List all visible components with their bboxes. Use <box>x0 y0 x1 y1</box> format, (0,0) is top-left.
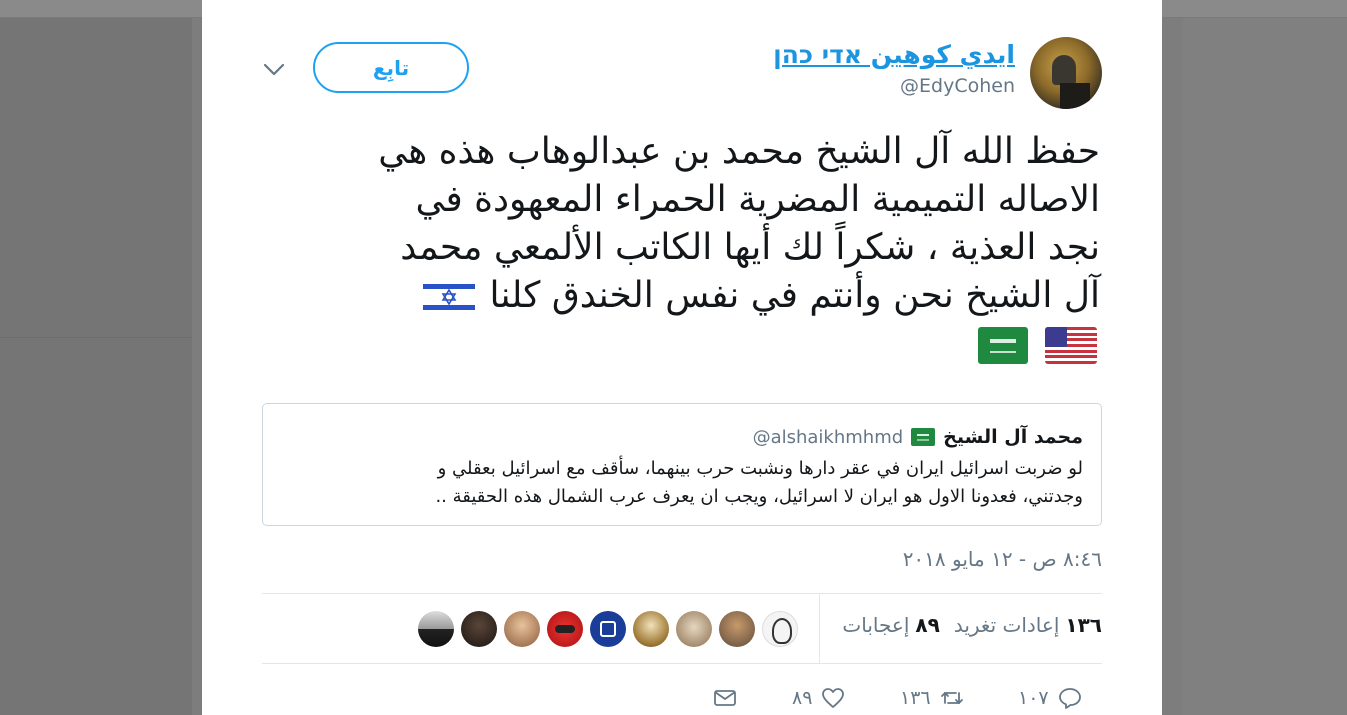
likers-avatars <box>416 611 798 647</box>
saudi-flag-icon <box>911 428 936 446</box>
background-right-strip <box>1162 18 1182 715</box>
reply-icon <box>1058 688 1081 709</box>
author-avatar[interactable] <box>1030 37 1102 109</box>
quoted-tweet-header: محمد آل الشيخ @alshaikhmhmd <box>753 426 1083 448</box>
message-action[interactable] <box>712 685 738 711</box>
like-action[interactable]: ٨٩ <box>792 685 846 711</box>
stats-separator <box>819 594 820 663</box>
liker-avatar[interactable] <box>504 611 540 647</box>
quoted-tweet-text: لو ضربت اسرائيل ايران في عقر دارها ونشبت… <box>435 458 1083 507</box>
liker-avatar[interactable] <box>676 611 712 647</box>
retweet-count: ١٣٦ <box>900 687 931 709</box>
author-display-name[interactable]: ايدي كوهين אדי כהן <box>773 40 1015 69</box>
background-left-column <box>0 18 192 715</box>
likes-stat[interactable]: ٨٩إعجابات <box>842 613 939 637</box>
quoted-author-name: محمد آل الشيخ <box>943 426 1083 448</box>
tweet-actions: ٨٩ ١٣٦ ١٠٧ <box>712 685 1104 715</box>
follow-button[interactable]: تابِع <box>313 42 469 93</box>
stats-top-divider <box>262 593 1102 594</box>
envelope-icon <box>714 690 736 706</box>
saudi-flag-icon <box>977 326 1028 364</box>
tweet-text-line: آل الشيخ نحن وأنتم في نفس الخندق كلنا <box>268 272 1100 320</box>
usa-flag-icon <box>1045 326 1097 364</box>
liker-avatar[interactable] <box>633 611 669 647</box>
tweet-stats: ١٣٦إعادات تغريد ٨٩إعجابات <box>842 613 1102 637</box>
liker-avatar[interactable] <box>590 611 626 647</box>
heart-icon <box>822 688 845 708</box>
liker-avatar[interactable] <box>547 611 583 647</box>
like-count: ٨٩ <box>792 687 813 709</box>
background-divider <box>0 337 192 338</box>
background-left-strip <box>192 18 202 715</box>
quoted-tweet[interactable]: محمد آل الشيخ @alshaikhmhmd لو ضربت اسرا… <box>262 403 1102 526</box>
tweet-timestamp[interactable]: ٨:٤٦ ص - ١٢ مايو ٢٠١٨ <box>903 547 1102 571</box>
israel-flag-icon <box>423 280 476 314</box>
liker-avatar[interactable] <box>719 611 755 647</box>
chevron-down-icon[interactable] <box>260 56 288 84</box>
reply-count: ١٠٧ <box>1018 687 1049 709</box>
stats-bottom-divider <box>262 663 1102 664</box>
retweet-action[interactable]: ١٣٦ <box>900 685 965 711</box>
quoted-author-handle: @alshaikhmhmd <box>752 426 904 448</box>
retweet-icon <box>940 692 963 704</box>
author-handle[interactable]: @EdyCohen <box>900 75 1015 97</box>
retweets-stat[interactable]: ١٣٦إعادات تغريد <box>954 613 1102 637</box>
tweet-text-line: نجد العذية ، شكراً لك أيها الكاتب الألمع… <box>400 227 1100 268</box>
flags-line <box>975 320 1100 368</box>
tweet-text-line: حفظ الله آل الشيخ محمد بن عبدالوهاب هذه … <box>378 131 1100 172</box>
tweet-modal: ايدي كوهين אדי כהן @EdyCohen تابِع حفظ ا… <box>202 0 1162 715</box>
tweet-text: حفظ الله آل الشيخ محمد بن عبدالوهاب هذه … <box>268 128 1100 368</box>
reply-action[interactable]: ١٠٧ <box>1018 685 1083 711</box>
liker-avatar[interactable] <box>461 611 497 647</box>
liker-avatar[interactable] <box>418 611 454 647</box>
tweet-text-line: الاصاله التميمية المضرية الحمراء المعهود… <box>415 179 1101 220</box>
liker-avatar[interactable] <box>762 611 798 647</box>
